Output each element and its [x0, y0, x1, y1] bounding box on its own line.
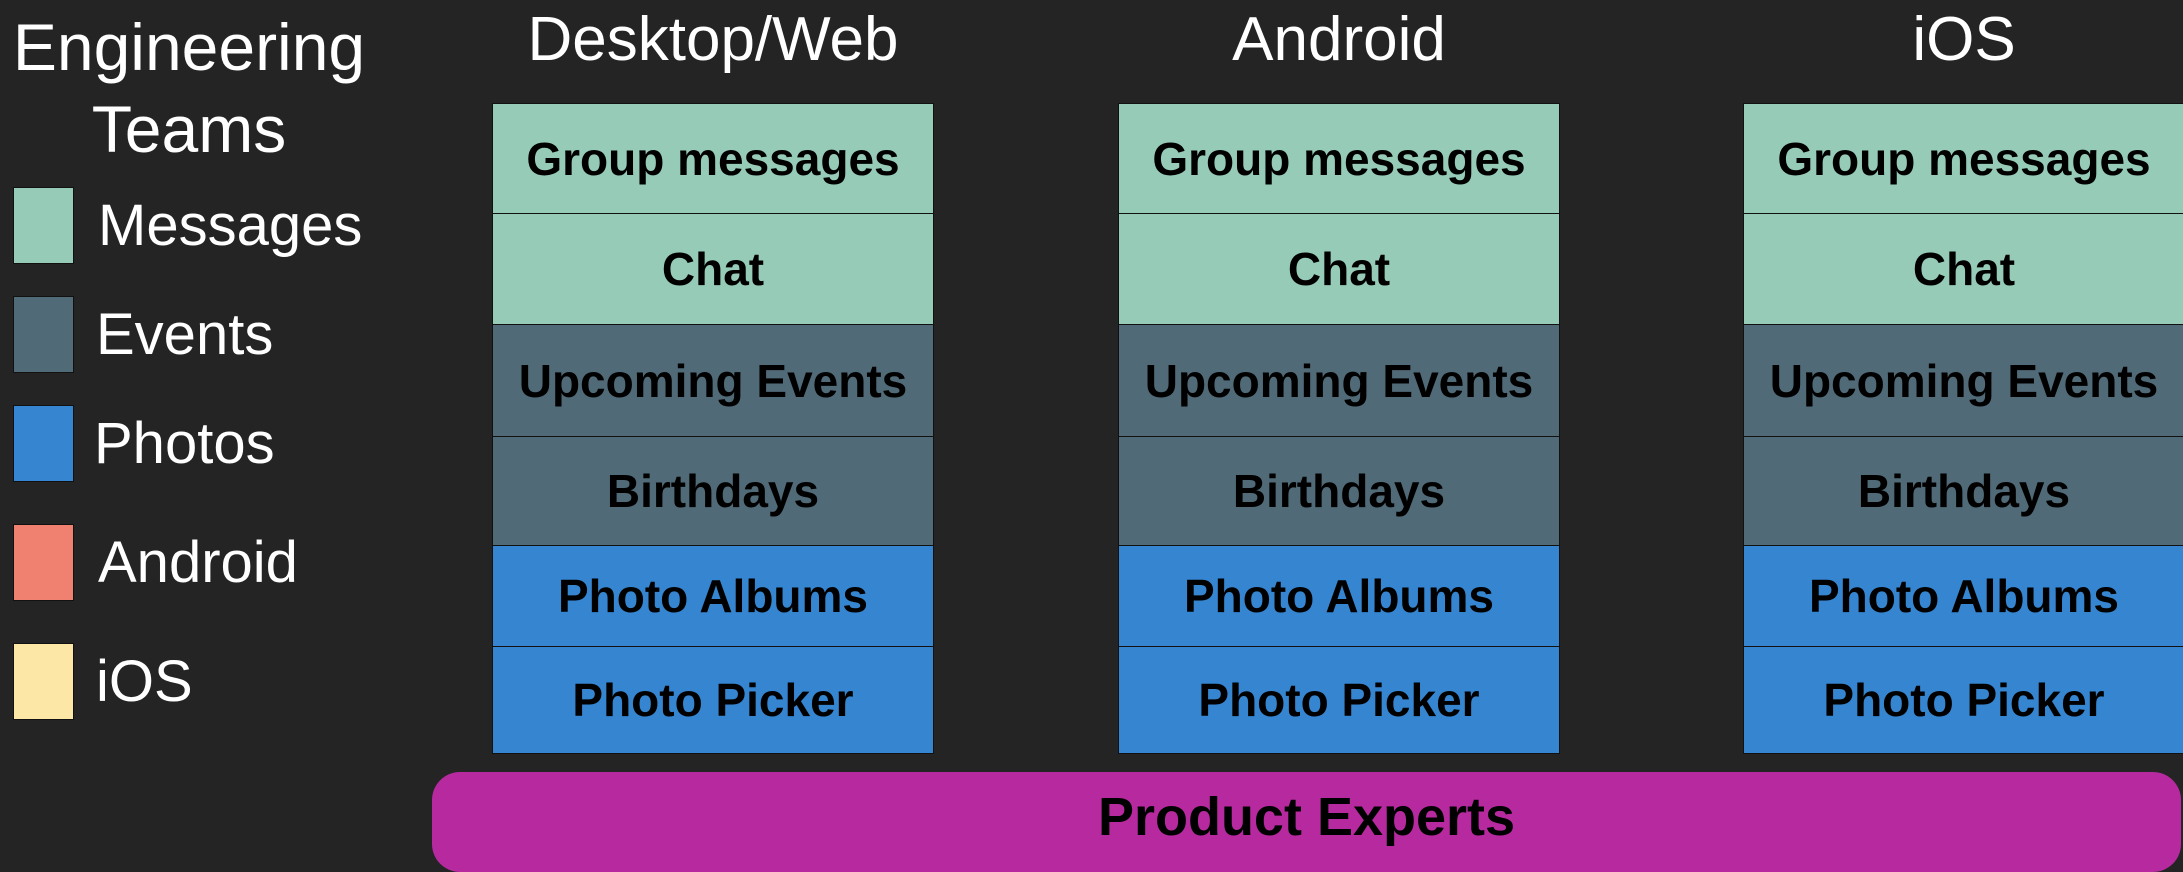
legend-label-events: Events — [96, 302, 274, 367]
feature-photo-albums: Photo Albums — [1119, 546, 1559, 647]
product-experts-bar: Product Experts — [432, 772, 2181, 872]
feature-group-messages: Group messages — [493, 104, 933, 214]
legend-label-messages: Messages — [98, 193, 363, 258]
legend-label-ios: iOS — [96, 649, 193, 714]
feature-birthdays: Birthdays — [1119, 437, 1559, 546]
feature-photo-picker: Photo Picker — [1744, 647, 2183, 753]
legend-item-ios: iOS — [13, 643, 393, 723]
feature-group-messages: Group messages — [1119, 104, 1559, 214]
legend-item-messages: Messages — [13, 187, 393, 267]
legend-label-android: Android — [98, 530, 298, 595]
column-title-ios: iOS — [1912, 5, 2016, 74]
feature-upcoming-events: Upcoming Events — [1744, 325, 2183, 437]
feature-photo-albums: Photo Albums — [1744, 546, 2183, 647]
android-swatch — [13, 524, 74, 601]
column-title-android: Android — [1232, 5, 1446, 74]
feature-photo-albums: Photo Albums — [493, 546, 933, 647]
legend-label-photos: Photos — [94, 411, 275, 476]
events-swatch — [13, 296, 74, 373]
feature-upcoming-events: Upcoming Events — [1119, 325, 1559, 437]
ios-swatch — [13, 643, 74, 720]
legend-title: Engineering Teams — [12, 10, 366, 166]
feature-chat: Chat — [1744, 214, 2183, 325]
ios-column: Group messages Chat Upcoming Events Birt… — [1743, 103, 2183, 754]
legend-item-events: Events — [13, 296, 393, 376]
photos-swatch — [13, 405, 74, 482]
feature-photo-picker: Photo Picker — [1119, 647, 1559, 753]
messages-swatch — [13, 187, 74, 264]
android-column: Group messages Chat Upcoming Events Birt… — [1118, 103, 1560, 754]
feature-chat: Chat — [1119, 214, 1559, 325]
feature-chat: Chat — [493, 214, 933, 325]
desktop-web-column: Group messages Chat Upcoming Events Birt… — [492, 103, 934, 754]
column-title-desktop-web: Desktop/Web — [527, 5, 899, 74]
feature-birthdays: Birthdays — [1744, 437, 2183, 546]
legend-item-photos: Photos — [13, 405, 393, 485]
feature-group-messages: Group messages — [1744, 104, 2183, 214]
product-experts-label: Product Experts — [1097, 787, 1516, 847]
legend-item-android: Android — [13, 524, 393, 604]
feature-photo-picker: Photo Picker — [493, 647, 933, 753]
feature-birthdays: Birthdays — [493, 437, 933, 546]
feature-upcoming-events: Upcoming Events — [493, 325, 933, 437]
